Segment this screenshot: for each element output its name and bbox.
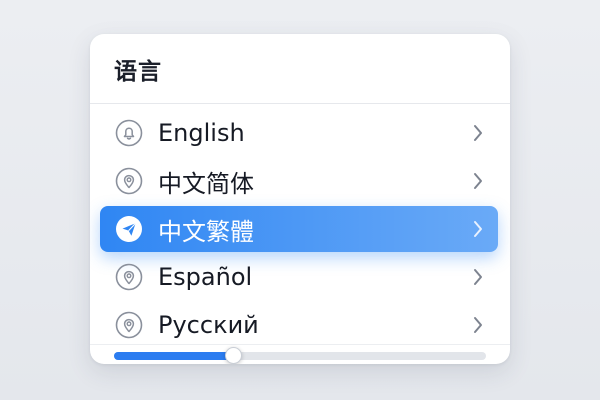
chevron-right-icon (470, 123, 486, 143)
panel-header: 语言 (90, 34, 510, 104)
language-label: English (158, 119, 245, 147)
bell-icon (114, 118, 144, 148)
language-label: 中文繁體 (158, 217, 254, 246)
chevron-right-icon (470, 267, 486, 287)
language-item-traditional-chinese[interactable]: 中文繁體 (100, 206, 498, 252)
language-label: Español (158, 263, 253, 291)
language-panel: 语言 English 中文简体 中文繁體 Español Русский (90, 34, 510, 364)
language-item-russian[interactable]: Русский (100, 302, 498, 344)
slider-fill (114, 352, 234, 360)
chevron-right-icon (470, 219, 486, 239)
panel-title: 语言 (114, 58, 162, 85)
scroll-slider[interactable] (114, 347, 486, 364)
chevron-right-icon (470, 171, 486, 191)
language-item-english[interactable]: English (100, 110, 498, 156)
location-pin-icon (114, 310, 144, 340)
location-pin-icon (114, 262, 144, 292)
language-item-simplified-chinese[interactable]: 中文简体 (100, 158, 498, 204)
language-label: Русский (158, 311, 259, 339)
language-label: 中文简体 (158, 169, 254, 198)
divider (90, 344, 510, 345)
slider-thumb[interactable] (225, 347, 243, 364)
chevron-right-icon (470, 315, 486, 335)
paper-plane-icon (114, 214, 144, 244)
language-item-spanish[interactable]: Español (100, 254, 498, 300)
language-list[interactable]: English 中文简体 中文繁體 Español Русский (90, 104, 510, 344)
location-pin-icon (114, 166, 144, 196)
